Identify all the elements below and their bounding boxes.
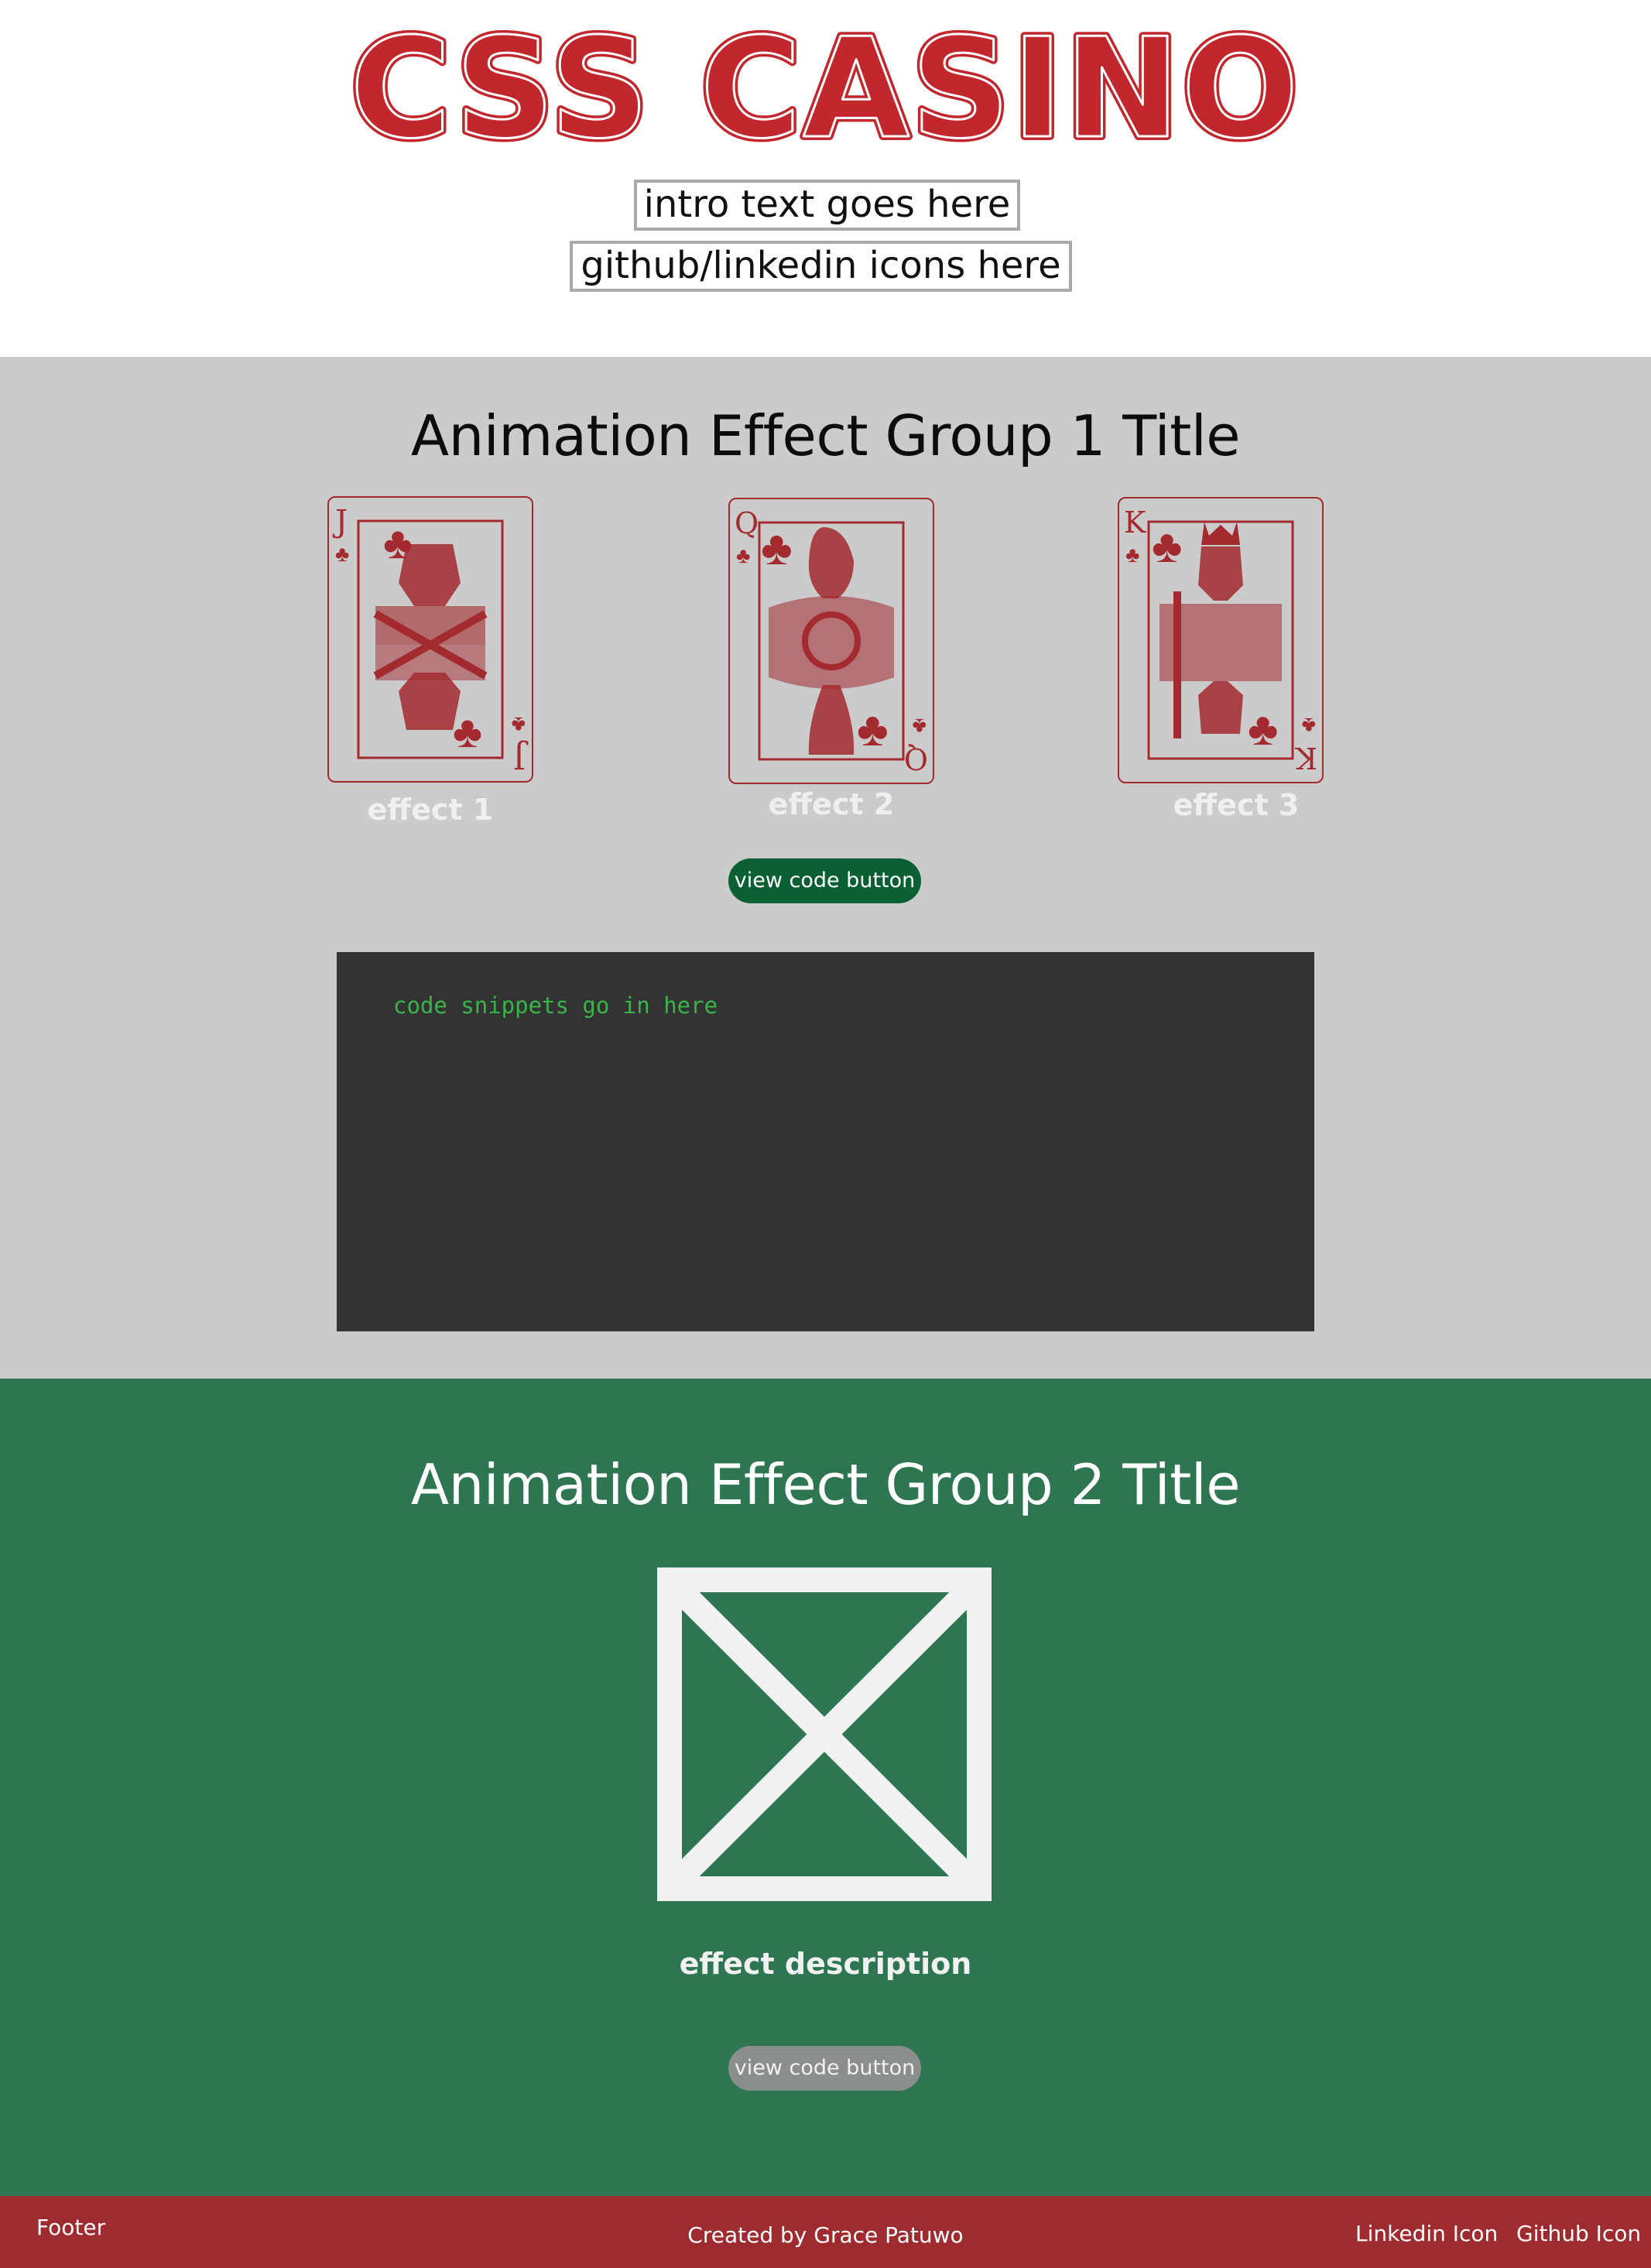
effect-description: effect description bbox=[679, 1947, 972, 1981]
code-snippet-panel[interactable]: code snippets go in here bbox=[337, 952, 1314, 1331]
king-of-clubs-card[interactable]: K ♣ ♣ ♣ K ♣ bbox=[1118, 497, 1324, 783]
svg-text:♣: ♣ bbox=[1125, 543, 1139, 567]
effect-3-label: effect 3 bbox=[1173, 788, 1300, 822]
view-code-button-group-2[interactable]: view code button bbox=[728, 2046, 921, 2091]
svg-text:J: J bbox=[332, 504, 348, 540]
jack-of-clubs-card[interactable]: J ♣ ♣ ♣ J ♣ bbox=[327, 496, 533, 783]
svg-text:♣: ♣ bbox=[453, 707, 482, 757]
image-placeholder-icon bbox=[657, 1567, 992, 1901]
svg-text:CSS CASINO: CSS CASINO bbox=[350, 9, 1300, 155]
queen-card-face-icon: Q ♣ ♣ ♣ Q ♣ bbox=[735, 506, 928, 776]
svg-text:♣: ♣ bbox=[335, 542, 349, 566]
queen-of-clubs-card[interactable]: Q ♣ ♣ ♣ Q ♣ bbox=[728, 498, 934, 784]
site-logo: CSS CASINO CSS CASINO bbox=[346, 5, 1302, 155]
svg-text:♣: ♣ bbox=[1302, 714, 1316, 738]
group-1-title: Animation Effect Group 1 Title bbox=[410, 403, 1241, 468]
svg-text:K: K bbox=[1124, 505, 1146, 540]
effect-2-label: effect 2 bbox=[768, 787, 895, 821]
effect-group-2-section: Animation Effect Group 2 Title effect de… bbox=[0, 1379, 1651, 2196]
intro-text-placeholder: intro text goes here bbox=[634, 180, 1020, 231]
jack-card-face-icon: J ♣ ♣ ♣ J ♣ bbox=[332, 504, 529, 775]
page-footer: Footer Created by Grace Patuwo Linkedin … bbox=[0, 2196, 1651, 2268]
svg-text:♣: ♣ bbox=[736, 543, 750, 567]
effect-group-1-section: Animation Effect Group 1 Title J ♣ ♣ ♣ J… bbox=[0, 357, 1651, 1379]
svg-text:♣: ♣ bbox=[913, 714, 927, 738]
view-code-button-group-1[interactable]: view code button bbox=[728, 858, 921, 903]
svg-text:♣: ♣ bbox=[1152, 520, 1182, 572]
github-link[interactable]: Github Icon bbox=[1516, 2198, 1641, 2268]
svg-text:Q: Q bbox=[904, 742, 928, 776]
linkedin-link[interactable]: Linkedin Icon bbox=[1355, 2198, 1498, 2268]
social-icons-placeholder: github/linkedin icons here bbox=[570, 241, 1072, 292]
page-header: CSS CASINO CSS CASINO intro text goes he… bbox=[0, 0, 1651, 357]
svg-text:J: J bbox=[513, 739, 529, 775]
svg-text:K: K bbox=[1295, 741, 1317, 775]
group-2-title: Animation Effect Group 2 Title bbox=[410, 1452, 1241, 1517]
king-card-face-icon: K ♣ ♣ ♣ K ♣ bbox=[1124, 505, 1317, 775]
svg-text:♣: ♣ bbox=[857, 703, 889, 756]
svg-text:♣: ♣ bbox=[761, 522, 793, 575]
effect-1-label: effect 1 bbox=[367, 793, 494, 827]
svg-text:♣: ♣ bbox=[512, 713, 526, 737]
svg-text:Q: Q bbox=[735, 506, 759, 540]
code-snippet-placeholder: code snippets go in here bbox=[393, 992, 718, 1019]
svg-text:♣: ♣ bbox=[1248, 703, 1278, 755]
